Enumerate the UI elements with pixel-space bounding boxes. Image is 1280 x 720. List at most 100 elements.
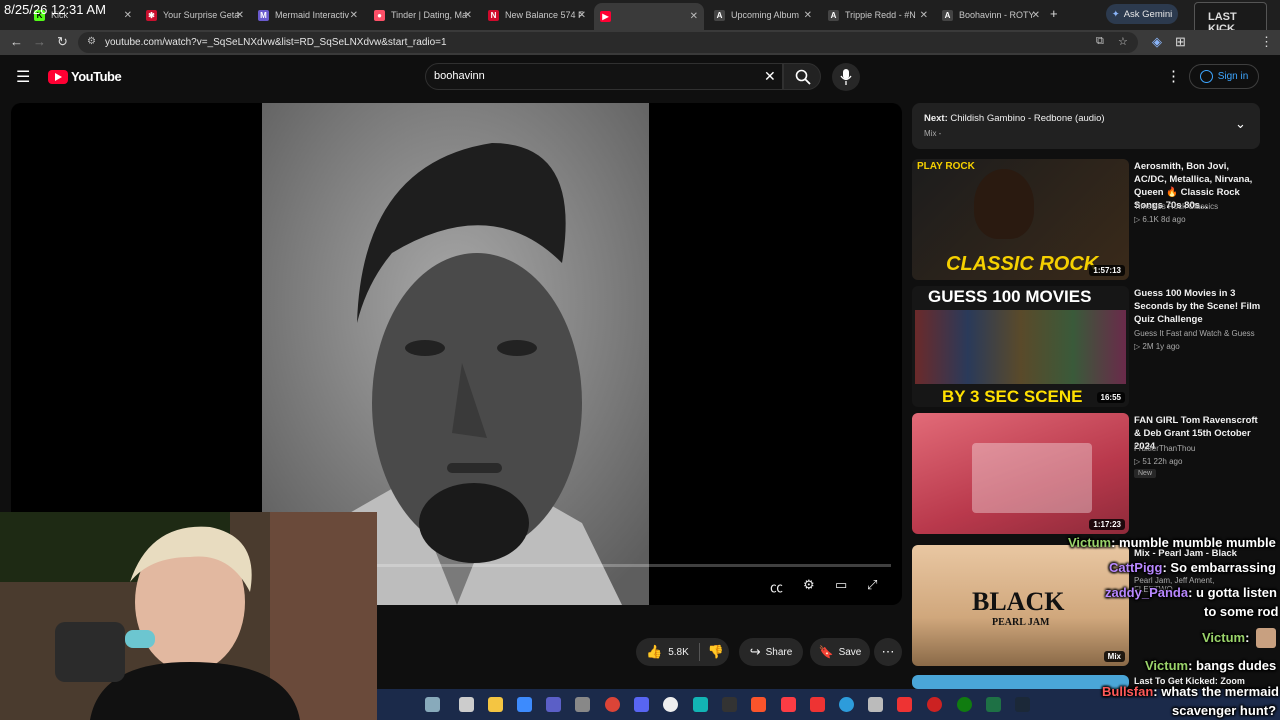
new-tab-button[interactable]: + xyxy=(1050,6,1058,21)
theater-mode-icon[interactable]: ▭ xyxy=(835,577,855,595)
channel-name[interactable]: FruitierThanThou xyxy=(1134,444,1195,453)
video-thumbnail[interactable]: 1:17:23 xyxy=(912,413,1129,534)
fullscreen-icon[interactable]: ⤢ xyxy=(867,577,887,595)
forward-arrow-icon[interactable]: → xyxy=(33,34,46,49)
browser-tab[interactable]: A Boohavinn - ROTY ✕ xyxy=(936,3,1046,27)
translate-icon[interactable]: ◈ xyxy=(1152,34,1162,50)
file-explorer-icon[interactable] xyxy=(488,697,503,712)
save-button[interactable]: 🔖 Save xyxy=(810,638,870,666)
chrome-icon[interactable] xyxy=(605,697,620,712)
youtube-logo[interactable]: YouTube xyxy=(48,69,122,84)
discord-icon[interactable] xyxy=(634,697,649,712)
sign-in-label: Sign in xyxy=(1217,71,1249,82)
thumbs-down-icon[interactable]: 👎 xyxy=(708,644,724,660)
settings-gear-icon[interactable]: ⚙ xyxy=(803,577,823,595)
excel-icon[interactable] xyxy=(986,697,1001,712)
app-icon[interactable] xyxy=(693,697,708,712)
reload-icon[interactable]: ↻ xyxy=(57,34,68,50)
app-icon[interactable] xyxy=(575,697,590,712)
browser-tab[interactable]: A Trippie Redd - #N ✕ xyxy=(822,3,934,27)
browser-tab[interactable]: N New Balance 574 F ✕ xyxy=(482,3,592,27)
tab-label: Boohavinn - ROTY xyxy=(959,10,1035,20)
up-next-label: Next: xyxy=(924,113,948,124)
url-field[interactable]: ⚙ youtube.com/watch?v=_SqSeLNXdvw&list=R… xyxy=(78,32,1138,53)
browser-tab-active[interactable]: ▶ ✕ xyxy=(594,3,704,30)
close-tab-icon[interactable]: ✕ xyxy=(1032,10,1040,21)
music-icon[interactable] xyxy=(781,697,796,712)
chat-text: : xyxy=(1245,630,1250,645)
recommended-video[interactable]: 1:17:23 FAN GIRL Tom Ravenscroft & Deb G… xyxy=(912,413,1260,535)
search-button[interactable] xyxy=(783,63,821,90)
browser-tab[interactable]: M Mermaid Interactiv ✕ xyxy=(252,3,364,27)
app-icon[interactable] xyxy=(868,697,883,712)
chat-text: : bangs dudes xyxy=(1188,658,1277,673)
copilot-icon[interactable] xyxy=(517,697,532,712)
browser-tab[interactable]: ✱ Your Surprise Geta ✕ xyxy=(140,3,250,27)
help-icon[interactable] xyxy=(839,697,854,712)
video-progress-bar[interactable] xyxy=(351,564,891,567)
stream-clock: 8/25/26 12:31 AM xyxy=(4,2,106,17)
start-icon[interactable] xyxy=(425,697,440,712)
like-count[interactable]: 5.8K xyxy=(668,647,689,658)
channel-name[interactable]: Guess It Fast and Watch & Guess xyxy=(1134,329,1255,338)
thumb-caption-2: BY 3 SEC SCENE xyxy=(942,387,1083,406)
app-icon[interactable] xyxy=(810,697,825,712)
video-thumbnail[interactable]: GUESS 100 MOVIES BY 3 SEC SCENE 16:55 xyxy=(912,286,1129,407)
app-icon[interactable] xyxy=(897,697,912,712)
close-tab-icon[interactable]: ✕ xyxy=(350,10,358,21)
up-next-panel[interactable]: Next: Childish Gambino - Redbone (audio)… xyxy=(912,103,1260,149)
recommended-video[interactable]: GUESS 100 MOVIES BY 3 SEC SCENE 16:55 Gu… xyxy=(912,286,1260,408)
steam-icon[interactable] xyxy=(1015,697,1030,712)
up-next-line: Next: Childish Gambino - Redbone (audio) xyxy=(924,113,1105,124)
voice-search-button[interactable] xyxy=(832,63,860,91)
video-title[interactable]: Guess 100 Movies in 3 Seconds by the Sce… xyxy=(1134,287,1262,326)
sign-in-button[interactable]: Sign in xyxy=(1189,64,1259,89)
channel-name[interactable]: Timeless Rock Classics xyxy=(1134,202,1218,211)
task-view-icon[interactable] xyxy=(459,697,474,712)
close-tab-icon[interactable]: ✕ xyxy=(804,10,812,21)
chevron-down-icon[interactable]: ⌄ xyxy=(1235,116,1246,132)
bookmark-star-icon[interactable]: ☆ xyxy=(1118,35,1128,48)
extensions-puzzle-icon[interactable]: ⊞ xyxy=(1175,34,1186,50)
app-icon[interactable] xyxy=(722,697,737,712)
app-icon[interactable] xyxy=(927,697,942,712)
video-stats: ▷ 2M 1y ago xyxy=(1134,342,1180,351)
install-app-icon[interactable]: ⧉ xyxy=(1096,35,1104,48)
thumb-play-rock-logo: PLAY ROCK xyxy=(917,161,975,172)
captions-icon[interactable]: ㏄ xyxy=(770,577,790,595)
close-tab-icon[interactable]: ✕ xyxy=(464,10,472,21)
mermaid-favicon-icon: M xyxy=(258,9,269,21)
xbox-icon[interactable] xyxy=(957,697,972,712)
close-tab-icon[interactable]: ✕ xyxy=(124,10,132,21)
chat-text: scavenger hunt? xyxy=(1172,703,1277,718)
browser-tab[interactable]: ● Tinder | Dating, Ma ✕ xyxy=(368,3,478,27)
close-tab-icon[interactable]: ✕ xyxy=(236,10,244,21)
share-button[interactable]: ↪ Share xyxy=(739,638,803,666)
youtube-favicon-icon: ▶ xyxy=(600,11,611,22)
close-tab-icon[interactable]: ✕ xyxy=(578,10,586,21)
more-actions-button[interactable]: ⋯ xyxy=(874,638,902,666)
search-input[interactable]: boohavinn ✕ xyxy=(425,63,783,90)
hamburger-menu-icon[interactable]: ☰ xyxy=(16,67,30,87)
up-next-title: Childish Gambino - Redbone (audio) xyxy=(950,113,1105,124)
video-thumbnail[interactable]: BLACK PEARL JAM Mix xyxy=(912,545,1129,666)
thumbs-up-icon[interactable]: 👍 xyxy=(646,644,662,660)
close-tab-icon[interactable]: ✕ xyxy=(920,10,928,21)
settings-kebab-icon[interactable]: ⋮ xyxy=(1166,67,1181,85)
chat-user: Victum xyxy=(1068,535,1112,550)
teams-icon[interactable] xyxy=(546,697,561,712)
video-duration: 1:17:23 xyxy=(1089,519,1125,530)
brave-icon[interactable] xyxy=(751,697,766,712)
obs-icon[interactable] xyxy=(663,697,678,712)
site-info-icon[interactable]: ⚙ xyxy=(87,36,96,47)
browser-menu-icon[interactable]: ⋮ xyxy=(1260,34,1273,50)
close-tab-icon[interactable]: ✕ xyxy=(690,11,698,22)
recommended-video[interactable]: PLAY ROCK CLASSIC ROCK 1:57:13 Aerosmith… xyxy=(912,159,1260,281)
video-thumbnail[interactable] xyxy=(912,675,1129,689)
clear-search-icon[interactable]: ✕ xyxy=(764,68,776,85)
back-arrow-icon[interactable]: ← xyxy=(10,34,23,49)
ask-gemini-button[interactable]: ✦ Ask Gemini xyxy=(1106,4,1178,24)
video-thumbnail[interactable]: PLAY ROCK CLASSIC ROCK 1:57:13 xyxy=(912,159,1129,280)
album-favicon-icon: A xyxy=(942,9,953,21)
browser-tab[interactable]: A Upcoming Album ✕ xyxy=(708,3,818,27)
